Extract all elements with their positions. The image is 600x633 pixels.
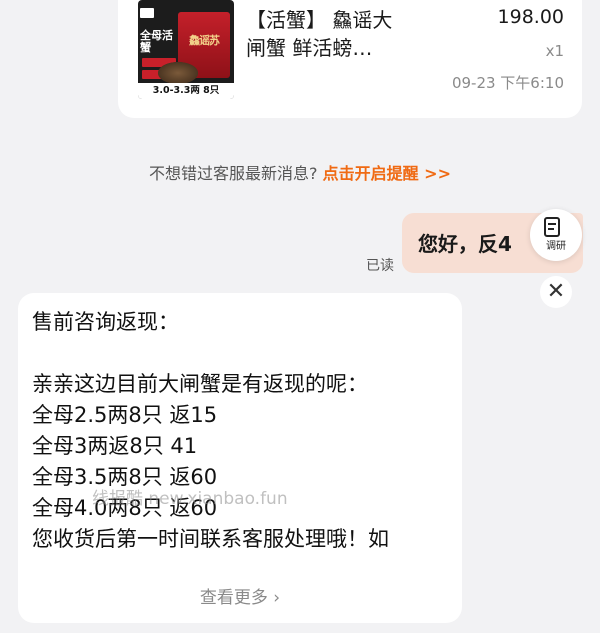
outgoing-message-text: 您好，反4 bbox=[418, 232, 512, 256]
product-thumbnail[interactable]: 全母活蟹 鱻谣苏 3.0-3.3两 8只 bbox=[138, 0, 234, 99]
product-title-line: 闸蟹 鲜活螃… bbox=[246, 36, 373, 60]
notification-prompt-text: 不想错过客服最新消息? bbox=[149, 164, 318, 183]
watermark: 线报酷 new.xianbao.fun bbox=[92, 489, 288, 509]
survey-label: 调研 bbox=[546, 241, 566, 252]
message-heading: 售前咨询返现： bbox=[32, 310, 179, 334]
read-status: 已读 bbox=[366, 258, 394, 274]
survey-icon bbox=[544, 217, 560, 237]
message-timestamp: 09-23 下午6:10 bbox=[451, 74, 564, 92]
gift-box-text: 鱻谣苏 bbox=[189, 34, 220, 47]
survey-button[interactable]: 调研 bbox=[530, 209, 582, 261]
product-quantity: x1 bbox=[545, 42, 564, 60]
notification-prompt: 不想错过客服最新消息? 点击开启提醒 >> bbox=[0, 160, 600, 184]
message-line: 全母2.5两8只 返15 bbox=[32, 403, 218, 427]
product-title[interactable]: 【活蟹】 鱻谣大 闸蟹 鲜活螃… bbox=[246, 6, 436, 62]
product-price: 198.00 bbox=[497, 6, 564, 28]
enable-reminder-link[interactable]: 点击开启提醒 >> bbox=[323, 164, 451, 183]
message-line: 全母3两返8只 41 bbox=[32, 434, 198, 458]
close-icon[interactable]: ✕ bbox=[540, 276, 572, 308]
thumbnail-caption: 3.0-3.3两 8只 bbox=[138, 83, 234, 99]
thumbnail-badge: 全母活蟹 bbox=[140, 29, 173, 54]
product-title-line: 【活蟹】 鱻谣大 bbox=[246, 8, 393, 32]
message-line: 亲亲这边目前大闸蟹是有返现的呢： bbox=[32, 372, 368, 396]
message-line: 您收货后第一时间联系客服处理哦！如 bbox=[32, 527, 389, 551]
crab-graphic bbox=[158, 62, 198, 84]
view-more-link[interactable]: 查看更多 › bbox=[18, 583, 462, 608]
brand-logo bbox=[140, 8, 154, 18]
